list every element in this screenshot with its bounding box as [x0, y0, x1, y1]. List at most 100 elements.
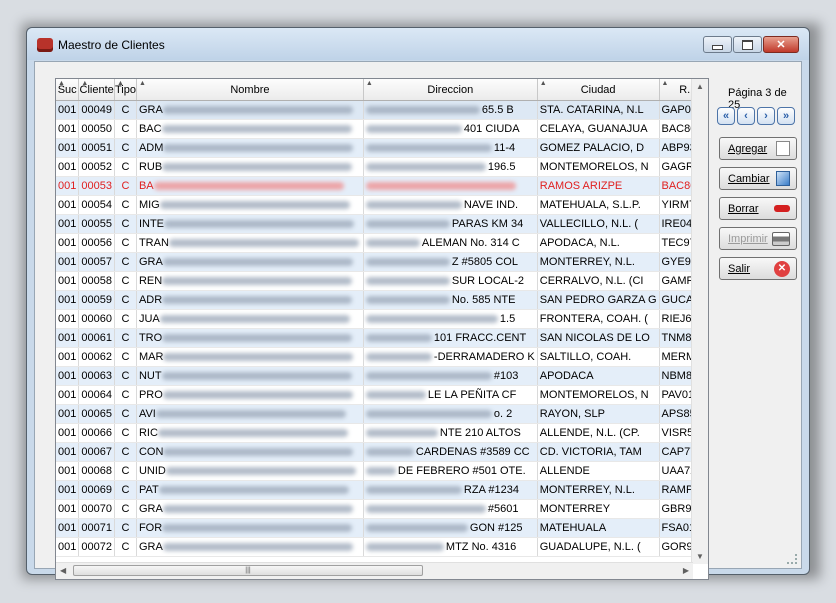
table-row[interactable]: 001 00064 C PRO LE LA PEÑITA CF MONTEMORELOS,… [56, 385, 708, 405]
column-header-ciudad[interactable]: ▲ Ciudad [537, 79, 660, 101]
imprimir-button[interactable]: Imprimir [719, 227, 797, 250]
table-body: 001 00049 C GRA 65.5 B STA. CATARINA, N.L GAP0… [56, 100, 708, 557]
cell-direccion: DE FEBRERO #501 OTE. [363, 461, 538, 481]
table-row[interactable]: 001 00049 C GRA 65.5 B STA. CATARINA, N.L GAP0… [56, 100, 708, 120]
double-chevron-left-icon: « [722, 110, 730, 122]
column-header-tipo[interactable]: ▲ Tipo [114, 79, 137, 101]
table-row[interactable]: 001 00070 C GRA #5601 MONTERREY GBR9301 [56, 499, 708, 519]
cell-tipo: C [114, 214, 137, 234]
redacted-text [365, 334, 432, 343]
table-row[interactable]: 001 00067 C CON CARDENAS #3589 CC CD. VICTORI… [56, 442, 708, 462]
redacted-text [365, 182, 516, 191]
cell-tipo: C [114, 385, 137, 405]
cell-cliente: 00051 [78, 138, 115, 158]
table-row[interactable]: 00100053CBARAMOS ARIZPEBAC80020 [56, 176, 708, 196]
cell-cliente: 00061 [78, 328, 115, 348]
cell-cliente: 00057 [78, 252, 115, 272]
cell-tipo: C [114, 328, 137, 348]
column-header-direccion[interactable]: ▲ Direccion [363, 79, 538, 101]
sort-icon: ▲ [138, 80, 146, 87]
chevron-right-icon: › [764, 110, 768, 122]
maximize-button[interactable] [733, 36, 762, 53]
cell-tipo: C [114, 404, 137, 424]
table-row[interactable]: 001 00057 C GRA Z #5805 COL MONTERREY, N.L. GY… [56, 252, 708, 272]
redacted-text [162, 391, 353, 400]
cell-ciudad: MATEHUALA [537, 518, 660, 538]
header-row: ▲ Suc ▲ Cliente ▲ Tipo ▲ Nombre ▲ Direccion ▲… [56, 79, 708, 101]
table-row[interactable]: 001 00059 C ADR No. 585 NTE SAN PEDRO GARZA G… [56, 290, 708, 310]
table-row[interactable]: 001 00056 C TRAN ALEMAN No. 314 C APODACA, N.… [56, 233, 708, 253]
table-row[interactable]: 001 00058 C REN SUR LOCAL-2 CERRALVO, N.L. (C… [56, 271, 708, 291]
table-row[interactable]: 001 00066 C RIC NTE 210 ALTOS ALLENDE, N.L. (… [56, 423, 708, 443]
borrar-button[interactable]: Borrar [719, 197, 797, 220]
redacted-text [365, 163, 486, 172]
delete-icon [774, 205, 790, 212]
chevron-left-icon: ‹ [744, 110, 748, 122]
cell-cliente: 00054 [78, 195, 115, 215]
table-row[interactable]: 001 00071 C FOR GON #125 MATEHUALA FSA0112 [56, 518, 708, 538]
vertical-scroll-track[interactable] [694, 99, 705, 544]
cell-ciudad: APODACA, N.L. [537, 233, 660, 253]
horizontal-scrollbar[interactable]: ◀ ||| ▶ [56, 562, 693, 579]
table-row[interactable]: 001 00055 C INTE PARAS KM 34 VALLECILLO, N.L.… [56, 214, 708, 234]
client-area: ▲ Suc ▲ Cliente ▲ Tipo ▲ Nombre ▲ Direccion ▲… [34, 61, 802, 580]
cell-cliente: 00059 [78, 290, 115, 310]
horizontal-scroll-thumb[interactable]: ||| [73, 565, 423, 576]
table-row[interactable]: 001 00063 C NUT #103 APODACA NBM8506 [56, 366, 708, 386]
title-bar[interactable]: Maestro de Clientes ✕ [27, 28, 809, 60]
cell-cliente: 00060 [78, 309, 115, 329]
table-row[interactable]: 001 00068 C UNID DE FEBRERO #501 OTE. ALLENDE… [56, 461, 708, 481]
table-row[interactable]: 001 00050 C BAC 401 CIUDA CELAYA, GUANAJUA BAC… [56, 119, 708, 139]
cambiar-button[interactable]: Cambiar [719, 167, 797, 190]
cell-ciudad: GUADALUPE, N.L. ( [537, 537, 660, 557]
table-row[interactable]: 001 00061 C TRO 101 FRACC.CENT SAN NICOLAS DE… [56, 328, 708, 348]
agregar-button[interactable]: Agregar [719, 137, 797, 160]
column-header-cliente[interactable]: ▲ Cliente [78, 79, 115, 101]
next-page-button[interactable]: › [757, 107, 775, 125]
cell-tipo: C [114, 119, 137, 139]
table-row[interactable]: 001 00065 C AVI o. 2 RAYON, SLP APS8502 [56, 404, 708, 424]
table-row[interactable]: 001 00062 C MAR -DERRAMADERO K SALTILLO, COAH… [56, 347, 708, 367]
scroll-right-icon[interactable]: ▶ [683, 566, 689, 575]
table-row[interactable]: 001 00051 C ADM 11-4 GOMEZ PALACIO, D ABP93092 [56, 138, 708, 158]
scroll-up-icon[interactable]: ▲ [696, 82, 704, 91]
cell-suc: 001 [56, 423, 80, 443]
cell-cliente: 00056 [78, 233, 115, 253]
vertical-scrollbar[interactable]: ▲ ▼ [691, 79, 708, 564]
table-row[interactable]: 001 00060 C JUA 1.5 FRONTERA, COAH. (RIEJ6608 [56, 309, 708, 329]
redacted-text [159, 315, 350, 324]
redacted-text [365, 353, 432, 362]
minimize-button[interactable] [703, 36, 732, 53]
last-page-button[interactable]: » [777, 107, 795, 125]
scroll-left-icon[interactable]: ◀ [60, 566, 66, 575]
cell-cliente: 00065 [78, 404, 115, 424]
cell-ciudad: MONTEMORELOS, N [537, 157, 660, 177]
cell-suc: 001 [56, 138, 80, 158]
column-header-suc[interactable]: ▲ Suc [56, 79, 80, 101]
column-header-nombre[interactable]: ▲ Nombre [136, 79, 364, 101]
table-row[interactable]: 001 00072 C GRA MTZ No. 4316 GUADALUPE, N.L. … [56, 537, 708, 557]
salir-button[interactable]: Salir ✕ [719, 257, 797, 280]
cell-cliente: 00066 [78, 423, 115, 443]
edit-document-icon [776, 171, 790, 186]
table-row[interactable]: 001 00069 C PAT RZA #1234 MONTERREY, N.L. RAMP… [56, 480, 708, 500]
close-button[interactable]: ✕ [763, 36, 799, 53]
cell-tipo: C [114, 366, 137, 386]
scroll-down-icon[interactable]: ▼ [696, 552, 704, 561]
sort-icon: ▲ [58, 80, 65, 87]
cell-tipo: C [114, 309, 137, 329]
redacted-text [365, 296, 450, 305]
cell-ciudad: ALLENDE [537, 461, 660, 481]
cell-direccion: ALEMAN No. 314 C [363, 233, 538, 253]
cell-direccion: LE LA PEÑITA CF [363, 385, 538, 405]
cell-nombre: FOR [136, 518, 364, 538]
resize-grip-icon[interactable] [787, 554, 797, 564]
prev-page-button[interactable]: ‹ [737, 107, 755, 125]
table-row[interactable]: 001 00054 C MIG NAVE IND. MATEHUALA, S.L.P. YI… [56, 195, 708, 215]
first-page-button[interactable]: « [717, 107, 735, 125]
clients-grid[interactable]: ▲ Suc ▲ Cliente ▲ Tipo ▲ Nombre ▲ Direccion ▲… [55, 78, 709, 580]
table-row[interactable]: 001 00052 C RUB 196.5 MONTEMORELOS, N GAGR470 [56, 157, 708, 177]
cell-tipo: C [114, 271, 137, 291]
cell-nombre: GRA [136, 252, 364, 272]
redacted-text [365, 258, 450, 267]
